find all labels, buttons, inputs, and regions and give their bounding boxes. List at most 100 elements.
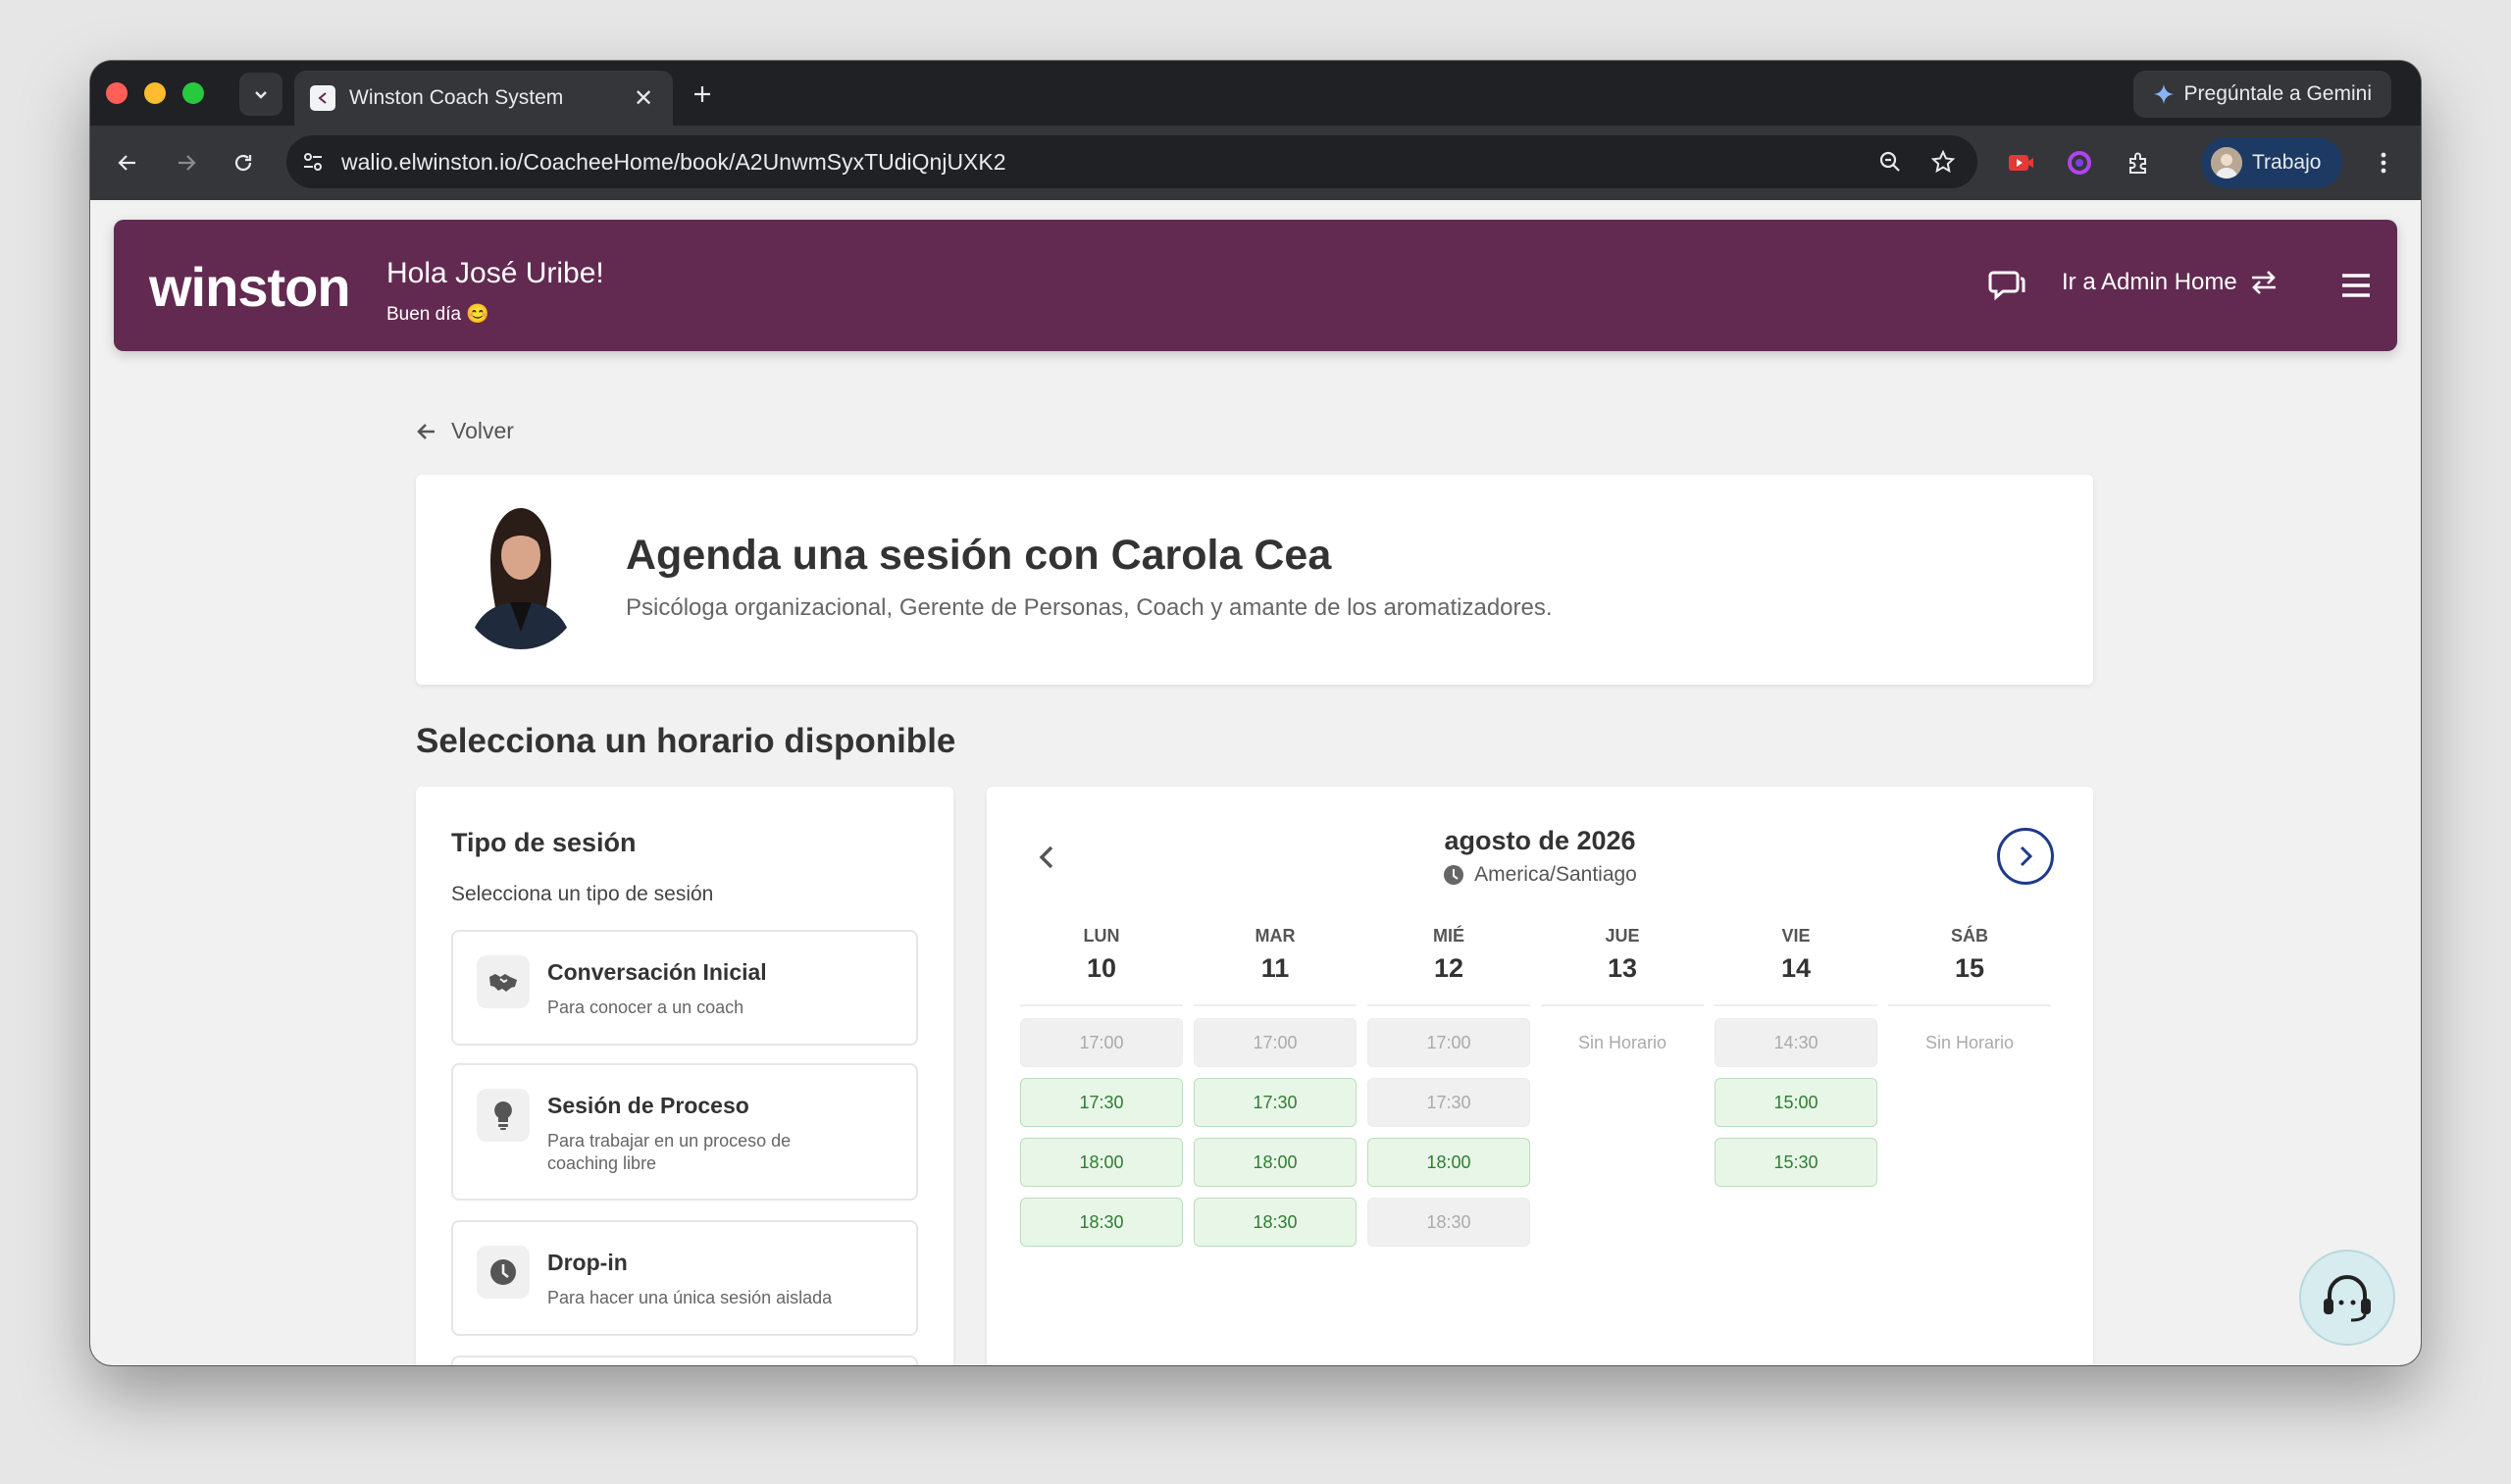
day-divider — [1367, 1004, 1530, 1006]
reload-icon — [234, 154, 252, 172]
time-slot-available[interactable]: 18:00 — [1020, 1138, 1183, 1187]
day-column: JUE 13 Sin Horario — [1541, 926, 1704, 1067]
back-label: Volver — [451, 418, 514, 443]
session-type-panel: Tipo de sesión Selecciona un tipo de ses… — [416, 787, 953, 1365]
extensions-button[interactable] — [2119, 143, 2158, 182]
day-slots: Sin Horario — [1541, 1018, 1704, 1067]
browser-toolbar: walio.elwinston.io/CoacheeHome/book/A2Un… — [90, 126, 2421, 200]
calendar-timezone: America/Santiago — [987, 863, 2093, 887]
day-number: 14 — [1780, 953, 1812, 983]
day-divider — [1541, 1004, 1704, 1006]
back-nav-button[interactable] — [108, 143, 147, 182]
time-slot-available[interactable]: 18:00 — [1194, 1138, 1357, 1187]
url-text: walio.elwinston.io/CoacheeHome/book/A2Un… — [341, 148, 1006, 175]
browser-tab[interactable]: Winston Coach System ✕ — [294, 71, 673, 126]
day-divider — [1888, 1004, 2051, 1006]
winston-logo[interactable]: winston — [149, 255, 351, 319]
option-desc: Para conocer a un coach — [547, 998, 744, 1017]
swirl-extension-icon — [2068, 151, 2091, 175]
gemini-label: Pregúntale a Gemini — [2183, 82, 2372, 105]
day-name: MIÉ — [1432, 926, 1464, 946]
session-option-partial[interactable] — [451, 1356, 918, 1365]
session-type-title: Tipo de sesión — [451, 828, 637, 857]
greeting-text: Hola José Uribe! — [386, 257, 604, 289]
support-chat-button[interactable] — [2299, 1250, 2395, 1346]
day-number: 15 — [1954, 953, 1985, 983]
day-number: 10 — [1086, 953, 1117, 983]
option-title: Drop-in — [547, 1250, 628, 1275]
session-type-subtitle: Selecciona un tipo de sesión — [451, 883, 714, 905]
arrow-left-icon — [417, 423, 435, 439]
site-favicon-icon — [310, 85, 335, 111]
zoom-icon[interactable] — [1877, 149, 1903, 175]
kebab-menu-icon — [2381, 152, 2386, 174]
browser-menu-button[interactable] — [2364, 143, 2403, 182]
time-slot-available[interactable]: 15:30 — [1715, 1138, 1877, 1187]
chat-icon[interactable] — [1987, 265, 2026, 304]
clock-icon — [477, 1246, 530, 1299]
app-header: winston Hola José Uribe! Buen día 😊 Ir a… — [114, 220, 2397, 351]
next-week-button[interactable] — [1997, 828, 2054, 885]
day-column: MAR 11 17:00 17:30 18:00 18:30 — [1194, 926, 1357, 1257]
time-slot-available[interactable]: 18:30 — [1020, 1198, 1183, 1247]
site-settings-icon[interactable] — [300, 149, 326, 175]
swap-arrows-icon — [2251, 271, 2276, 294]
option-title: Conversación Inicial — [547, 959, 767, 985]
day-column: LUN 10 17:00 17:30 18:00 18:30 — [1020, 926, 1183, 1257]
page-viewport: winston Hola José Uribe! Buen día 😊 Ir a… — [90, 200, 2421, 1365]
admin-home-link[interactable]: Ir a Admin Home — [2062, 269, 2279, 296]
time-slot-available[interactable]: 17:30 — [1194, 1078, 1357, 1127]
puzzle-icon — [2129, 152, 2146, 174]
day-name: LUN — [1083, 926, 1120, 946]
time-slot-unavailable: 17:00 — [1367, 1018, 1530, 1067]
time-slot-unavailable: 17:00 — [1194, 1018, 1357, 1067]
time-slot-available[interactable]: 17:30 — [1020, 1078, 1183, 1127]
time-slot-unavailable: 17:30 — [1367, 1078, 1530, 1127]
subgreeting-text: Buen día 😊 — [386, 304, 490, 325]
profile-button[interactable]: Trabajo — [2201, 137, 2342, 188]
option-desc: Para trabajar en un proceso de coaching … — [547, 1131, 792, 1173]
profile-avatar — [2211, 147, 2242, 179]
time-slot-unavailable: 18:30 — [1367, 1198, 1530, 1247]
section-title: Selecciona un horario disponible — [416, 722, 956, 760]
day-name: MAR — [1255, 926, 1296, 946]
session-option-sesion-de-proceso[interactable]: Sesión de Proceso Para trabajar en un pr… — [451, 1063, 918, 1201]
back-link[interactable]: Volver — [416, 418, 514, 444]
bookmark-star-icon[interactable] — [1930, 149, 1956, 175]
coach-photo — [461, 506, 581, 649]
timezone-label: America/Santiago — [1474, 863, 1637, 886]
reload-button[interactable] — [224, 143, 263, 182]
coach-card: Agenda una sesión con Carola Cea Psicólo… — [416, 475, 2093, 685]
day-slots: 14:30 15:00 15:30 — [1715, 1018, 1877, 1187]
no-schedule-label: Sin Horario — [1577, 1033, 1667, 1052]
arrow-right-icon — [179, 155, 196, 171]
hamburger-menu-icon[interactable] — [2340, 271, 2372, 300]
new-tab-button[interactable] — [681, 73, 724, 116]
plus-icon — [694, 86, 710, 102]
extension-video-button[interactable] — [2001, 143, 2040, 182]
time-slot-available[interactable]: 18:30 — [1194, 1198, 1357, 1247]
session-option-conversacion-inicial[interactable]: Conversación Inicial Para conocer a un c… — [451, 930, 918, 1046]
time-slot-available[interactable]: 15:00 — [1715, 1078, 1877, 1127]
close-tab-icon[interactable]: ✕ — [630, 84, 657, 113]
forward-nav-button[interactable] — [167, 143, 206, 182]
time-slot-unavailable: 14:30 — [1715, 1018, 1877, 1067]
gemini-button[interactable]: Pregúntale a Gemini — [2132, 71, 2391, 118]
day-number: 11 — [1260, 953, 1290, 983]
tab-search-button[interactable] — [239, 73, 282, 116]
time-slot-available[interactable]: 18:00 — [1367, 1138, 1530, 1187]
arrow-left-icon — [118, 155, 135, 171]
address-bar[interactable]: walio.elwinston.io/CoacheeHome/book/A2Un… — [286, 135, 1977, 188]
day-number: 12 — [1433, 953, 1464, 983]
calendar-month: agosto de 2026 — [1444, 826, 1636, 855]
extension-purple-button[interactable] — [2060, 143, 2099, 182]
close-window-button[interactable] — [106, 82, 128, 104]
profile-label: Trabajo — [2252, 151, 2322, 174]
zoom-window-button[interactable] — [182, 82, 204, 104]
gemini-sparkle-icon — [2153, 84, 2174, 104]
day-number: 13 — [1607, 953, 1638, 983]
minimize-window-button[interactable] — [144, 82, 166, 104]
session-option-drop-in[interactable]: Drop-in Para hacer una única sesión aisl… — [451, 1220, 918, 1336]
day-divider — [1194, 1004, 1357, 1006]
tab-bar: Winston Coach System ✕ Pregúntale a Gemi… — [90, 61, 2421, 126]
